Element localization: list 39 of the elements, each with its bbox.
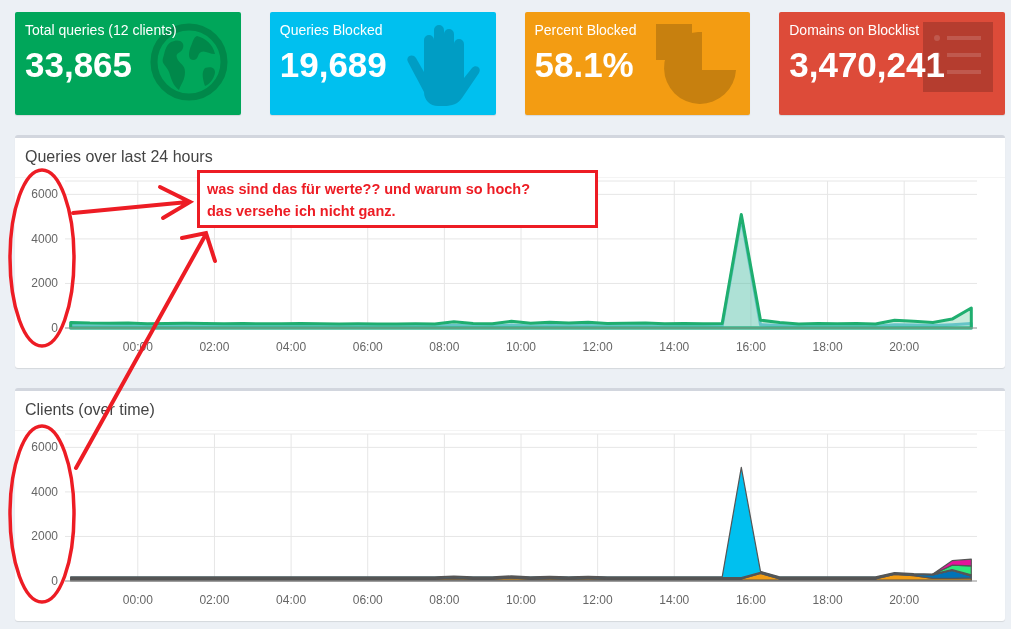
axis-label: 20:00 (889, 340, 920, 354)
axis-label: 6000 (31, 187, 58, 202)
card-value: 19,689 (279, 45, 387, 85)
axis-label: 0 (51, 321, 58, 335)
axis-label: 00:00 (122, 593, 153, 607)
axis-label: 0 (51, 574, 58, 588)
axis-label: 20:00 (889, 593, 920, 607)
axis-label: 16:00 (735, 340, 766, 354)
axis-label: 2000 (31, 276, 58, 291)
axis-label: 10:00 (506, 340, 536, 354)
card-label: Total queries (12 clients) (25, 22, 177, 38)
axis-label: 2000 (31, 529, 58, 544)
axis-label: 18:00 (812, 593, 843, 607)
card-label: Queries Blocked (279, 22, 383, 38)
axis-label: 16:00 (735, 593, 766, 607)
axis-label: 14:00 (659, 340, 690, 354)
axis-label: 10:00 (506, 593, 536, 607)
card-value: 3,470,241 (789, 45, 945, 85)
axis-label: 14:00 (659, 593, 690, 607)
card-value: 58.1% (534, 45, 634, 85)
axis-label: 02:00 (199, 340, 230, 354)
axis-label: 04:00 (276, 593, 307, 607)
card-value: 33,865 (25, 45, 133, 85)
axis-label: 12:00 (582, 340, 613, 354)
axis-label: 04:00 (276, 340, 307, 354)
card-label: Domains on Blocklist (789, 22, 920, 38)
annotation-note: was sind das für werte?? und warum so hoch? das versehe ich nicht ganz. (197, 170, 598, 228)
axis-label: 4000 (31, 484, 58, 499)
axis-label: 02:00 (199, 593, 230, 607)
axis-label: 08:00 (429, 340, 460, 354)
axis-label: 18:00 (812, 340, 843, 354)
chart-title: Queries over last 24 hours (25, 148, 213, 166)
card-label: Percent Blocked (534, 22, 637, 38)
axis-label: 06:00 (352, 593, 383, 607)
axis-label: 12:00 (582, 593, 613, 607)
axis-label: 4000 (31, 231, 58, 246)
axis-label: 6000 (31, 440, 58, 455)
axis-label: 08:00 (429, 593, 460, 607)
axis-label: 06:00 (352, 340, 383, 354)
